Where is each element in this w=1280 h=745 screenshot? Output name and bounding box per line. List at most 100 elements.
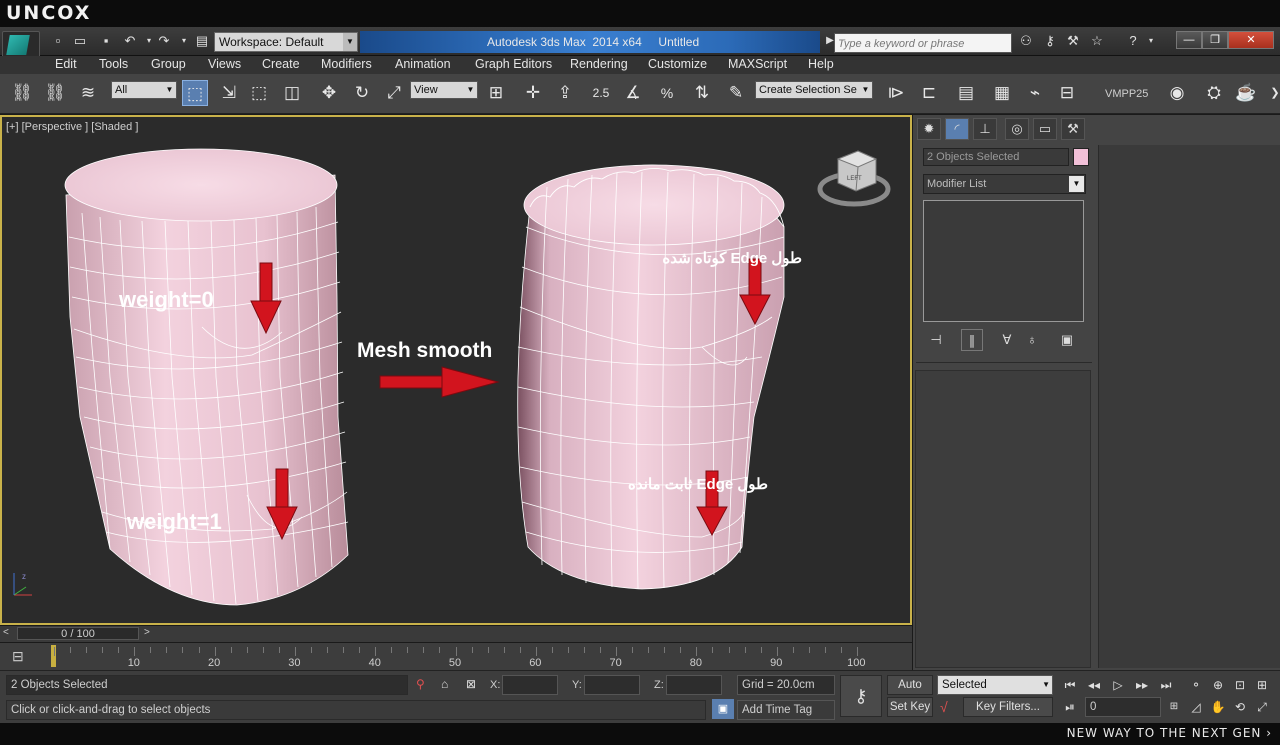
reference-coordinate-select[interactable]: View ▼ — [410, 81, 478, 99]
menu-animation[interactable]: Animation — [395, 57, 451, 71]
zoom-extents-icon[interactable]: ⊡ — [1230, 675, 1250, 695]
spinner-snap-icon[interactable]: ⇅ — [689, 80, 715, 106]
go-to-end-icon[interactable]: ⏭ — [1156, 675, 1176, 695]
time-configuration-icon[interactable]: ⊞ — [1164, 697, 1184, 717]
make-unique-icon[interactable]: ∀ — [996, 329, 1018, 351]
previous-key-icon[interactable]: ◂◂ — [1084, 675, 1104, 695]
render-setup-icon[interactable]: ⛭ — [1201, 80, 1227, 106]
select-and-rotate-icon[interactable]: ↻ — [349, 80, 375, 106]
save-file-icon[interactable]: ▪ — [97, 33, 115, 49]
select-and-link-icon[interactable]: ⛓ — [9, 80, 35, 106]
menu-edit[interactable]: Edit — [55, 57, 77, 71]
align-icon[interactable]: ⊏ — [916, 80, 942, 106]
binoculars-icon[interactable]: ⚇ — [1017, 33, 1035, 49]
next-frame-icon[interactable]: > — [144, 627, 150, 638]
key-filters-button[interactable]: Key Filters... — [963, 697, 1053, 717]
prev-frame-icon[interactable]: < — [3, 627, 9, 638]
modify-tab-icon[interactable]: ◜ — [945, 118, 969, 140]
add-time-tag-field[interactable]: Add Time Tag — [737, 700, 835, 720]
select-and-scale-icon[interactable]: ⤢ — [381, 80, 407, 106]
menu-customize[interactable]: Customize — [648, 57, 707, 71]
menu-views[interactable]: Views — [208, 57, 241, 71]
menu-maxscript[interactable]: MAXScript — [728, 57, 787, 71]
field-of-view-icon[interactable]: ◿ — [1186, 697, 1206, 717]
zoom-icon[interactable]: ⚬ — [1186, 675, 1206, 695]
key-mode-select[interactable]: Selected ▼ — [937, 675, 1053, 695]
time-slider-thumb[interactable]: 0 / 100 — [17, 627, 139, 640]
absolute-mode-icon[interactable]: ⊠ — [466, 677, 476, 691]
zoom-all-icon[interactable]: ⊕ — [1208, 675, 1228, 695]
menu-create[interactable]: Create — [262, 57, 300, 71]
set-keys-key-icon[interactable]: ⚷ — [840, 675, 882, 717]
orbit-icon[interactable]: ⟲ — [1230, 697, 1250, 717]
select-by-name-icon[interactable]: ⇲ — [216, 80, 242, 106]
unlink-icon[interactable]: ⛓ — [42, 80, 68, 106]
modifier-list-select[interactable]: Modifier List ▼ — [923, 174, 1086, 194]
graphite-ribbon-icon[interactable]: ▦ — [989, 80, 1015, 106]
maxscript-listener-icon[interactable]: ⚲ — [416, 677, 425, 691]
tangent-icon[interactable]: √ — [940, 699, 948, 715]
maximize-viewport-icon[interactable]: ⤢ — [1252, 697, 1272, 717]
angle-snap-icon[interactable]: ∡ — [620, 80, 646, 106]
minimize-button[interactable]: — — [1176, 31, 1202, 49]
layer-manager-icon[interactable]: ▤ — [953, 80, 979, 106]
select-object-icon[interactable]: ⬚ — [182, 80, 208, 106]
redo-dropdown-icon[interactable]: ▾ — [175, 33, 193, 49]
menu-modifiers[interactable]: Modifiers — [321, 57, 372, 71]
key-icon[interactable]: ⚷ — [1041, 33, 1059, 49]
utilities-tab-icon[interactable]: ⚒ — [1061, 118, 1085, 140]
material-editor-icon[interactable]: ◉ — [1164, 80, 1190, 106]
x-coordinate-field[interactable] — [502, 675, 558, 695]
curve-editor-icon[interactable]: ⌁ — [1022, 80, 1048, 106]
menu-group[interactable]: Group — [151, 57, 186, 71]
open-file-icon[interactable]: ▭ — [71, 33, 89, 49]
set-key-button[interactable]: Set Key — [887, 697, 933, 717]
display-tab-icon[interactable]: ▭ — [1033, 118, 1057, 140]
percent-snap-icon[interactable]: % — [654, 80, 680, 106]
object-name-field[interactable]: 2 Objects Selected — [923, 148, 1069, 166]
configure-modifier-sets-icon[interactable]: ▣ — [1056, 329, 1078, 351]
viewcube[interactable]: LEFT — [817, 150, 891, 207]
mini-curve-editor-icon[interactable]: ⊟ — [12, 648, 24, 665]
bind-space-warp-icon[interactable]: ≋ — [75, 80, 101, 106]
perspective-viewport[interactable]: LEFT z weight=0 weight=1 Mesh smooth طول… — [0, 115, 912, 625]
menu-tools[interactable]: Tools — [99, 57, 128, 71]
pin-stack-icon[interactable]: ⊣ — [925, 329, 947, 351]
manipulate-icon[interactable]: ✛ — [520, 80, 546, 106]
menu-help[interactable]: Help — [808, 57, 834, 71]
selection-filter-select[interactable]: All ▼ — [111, 81, 177, 99]
object-color-swatch[interactable] — [1073, 148, 1089, 166]
schematic-view-icon[interactable]: ⊟ — [1054, 80, 1080, 106]
edit-named-selection-icon[interactable]: ✎ — [723, 80, 749, 106]
workspace-select[interactable]: Workspace: Default ▼ — [214, 32, 358, 52]
menu-rendering[interactable]: Rendering — [570, 57, 628, 71]
new-file-icon[interactable]: ▫ — [49, 33, 67, 49]
help-icon[interactable]: ? — [1124, 33, 1142, 49]
lock-selection-icon[interactable]: ⌂ — [441, 677, 448, 691]
y-coordinate-field[interactable] — [584, 675, 640, 695]
mirror-icon[interactable]: ⧐ — [883, 80, 909, 106]
menu-graph-editors[interactable]: Graph Editors — [475, 57, 552, 71]
play-icon[interactable]: ▷ — [1108, 675, 1128, 695]
select-and-move-icon[interactable]: ✥ — [316, 80, 342, 106]
help-dropdown-icon[interactable]: ▾ — [1142, 33, 1160, 49]
pivot-center-icon[interactable]: ⊞ — [483, 80, 509, 106]
pan-view-icon[interactable]: ✋ — [1208, 697, 1228, 717]
next-key-icon[interactable]: ▸▸ — [1132, 675, 1152, 695]
exchange-icon[interactable]: ⚒ — [1064, 33, 1082, 49]
isolate-selection-icon[interactable]: ▣ — [712, 699, 734, 719]
search-input[interactable]: Type a keyword or phrase — [834, 33, 1012, 53]
hierarchy-tab-icon[interactable]: ⊥ — [973, 118, 997, 140]
named-selection-sets-select[interactable]: Create Selection Se ▼ — [755, 81, 873, 99]
create-tab-icon[interactable]: ✹ — [917, 118, 941, 140]
key-mode-toggle-icon[interactable]: ⏯ — [1060, 697, 1080, 717]
keyboard-shortcut-override-icon[interactable]: ⇪ — [552, 80, 578, 106]
redo-icon[interactable]: ↷ — [155, 33, 173, 49]
render-production-icon[interactable]: ☕ — [1233, 80, 1259, 106]
undo-icon[interactable]: ↶ — [121, 33, 139, 49]
motion-tab-icon[interactable]: ◎ — [1005, 118, 1029, 140]
rectangular-selection-icon[interactable]: ⬚ — [246, 80, 272, 106]
modifier-stack[interactable] — [923, 200, 1084, 322]
go-to-start-icon[interactable]: ⏮ — [1060, 675, 1080, 695]
show-end-result-icon[interactable]: ∥ — [961, 329, 983, 351]
